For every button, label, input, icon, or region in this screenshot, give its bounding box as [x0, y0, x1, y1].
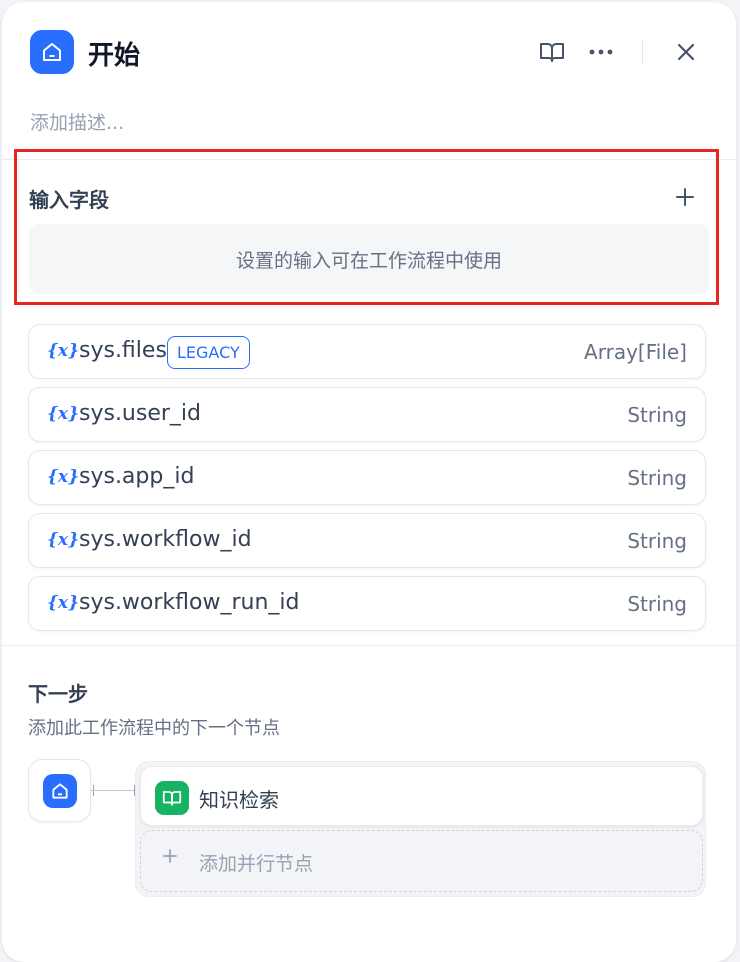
variable-name: sys.files — [79, 338, 167, 363]
variable-icon: {x} — [47, 341, 79, 361]
variable-type: Array[File] — [584, 340, 687, 364]
variable-icon: {x} — [47, 530, 79, 550]
add-parallel-node-label: 添加并行节点 — [199, 853, 314, 875]
variable-name: sys.app_id — [79, 464, 195, 489]
variable-row: {x} sys.workflow_id String — [28, 513, 706, 568]
next-node-knowledge-retrieval[interactable]: 知识检索 — [140, 766, 703, 826]
node-connector — [91, 790, 135, 791]
input-fields-empty-state: 设置的输入可在工作流程中使用 — [29, 224, 709, 294]
variable-type: String — [627, 466, 687, 490]
input-fields-title: 输入字段 — [29, 188, 109, 212]
variable-icon: {x} — [47, 404, 79, 424]
panel-header: 开始 — [2, 2, 736, 102]
plus-icon[interactable] — [670, 182, 700, 212]
input-fields-section: 输入字段 设置的输入可在工作流程中使用 — [14, 149, 719, 305]
home-icon — [30, 30, 74, 74]
variable-row: {x} sys.user_id String — [28, 387, 706, 442]
more-horizontal-icon[interactable] — [587, 38, 615, 66]
variable-row: {x} sys.app_id String — [28, 450, 706, 505]
variable-type: String — [627, 592, 687, 616]
variable-icon: {x} — [47, 593, 79, 613]
divider — [0, 645, 740, 646]
next-step-title: 下一步 — [28, 682, 88, 706]
variable-name: sys.user_id — [79, 401, 201, 426]
variable-icon: {x} — [47, 467, 79, 487]
legacy-badge: LEGACY — [167, 336, 250, 369]
variable-name: sys.workflow_id — [79, 527, 252, 552]
variable-name: sys.workflow_run_id — [79, 590, 300, 615]
panel-title: 开始 — [88, 41, 141, 71]
description-input[interactable]: 添加描述... — [30, 108, 124, 135]
book-open-icon[interactable] — [538, 38, 566, 66]
next-nodes-group: 知识检索 添加并行节点 — [135, 761, 706, 897]
home-icon — [42, 773, 77, 808]
variable-row: {x} sys.files LEGACY Array[File] — [28, 324, 706, 379]
add-parallel-node-button[interactable]: 添加并行节点 — [140, 830, 703, 892]
close-icon[interactable] — [672, 38, 700, 66]
plus-icon — [163, 848, 177, 867]
variable-row: {x} sys.workflow_run_id String — [28, 576, 706, 631]
header-divider — [642, 40, 643, 64]
variable-type: String — [627, 403, 687, 427]
empty-state-text: 设置的输入可在工作流程中使用 — [235, 249, 502, 272]
book-icon — [155, 781, 189, 815]
source-node — [28, 759, 91, 822]
next-step-description: 添加此工作流程中的下一个节点 — [28, 718, 280, 739]
next-node-label: 知识检索 — [199, 788, 279, 812]
variable-type: String — [627, 529, 687, 553]
